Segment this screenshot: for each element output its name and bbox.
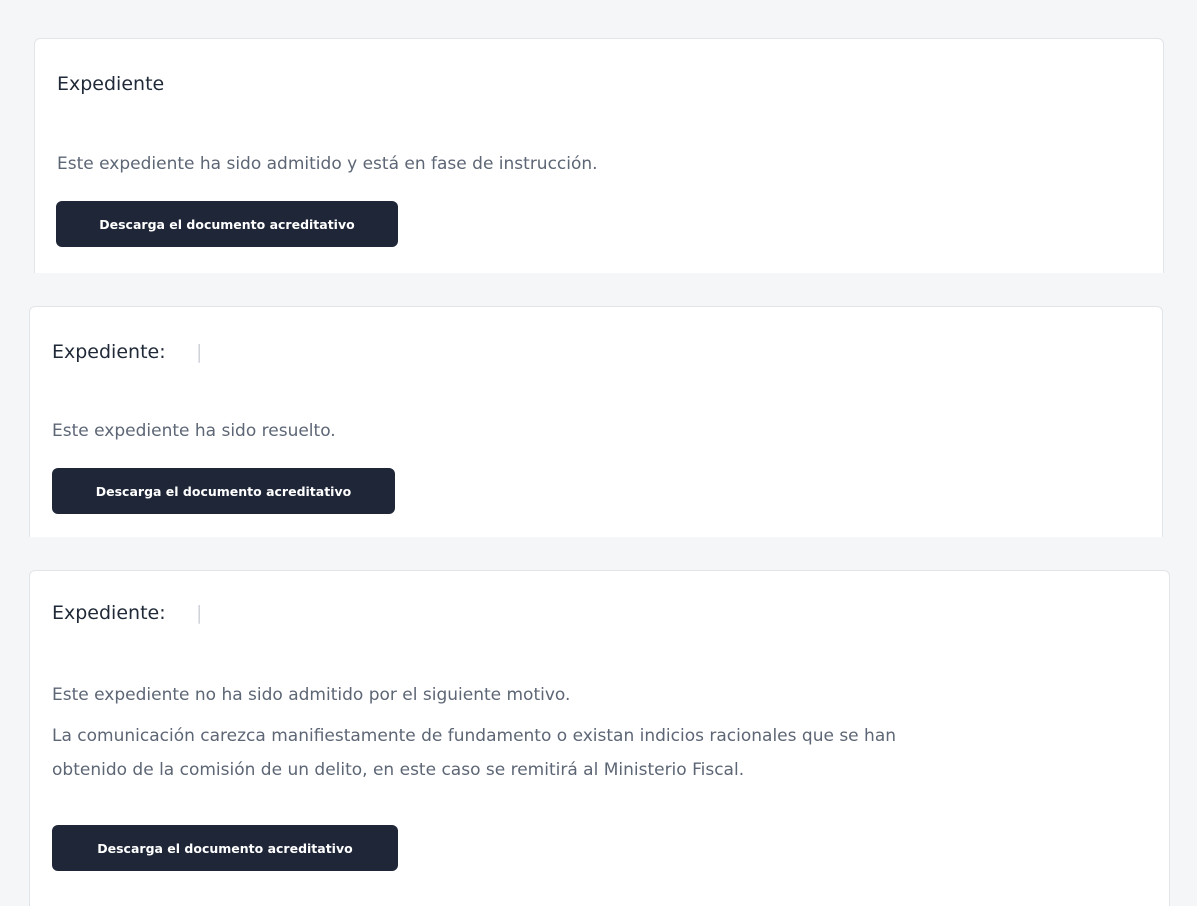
screenshot-panel-2: Expediente: | Este expediente ha sido re… [0,273,1197,537]
expediente-id-cursor: | [196,602,203,624]
expediente-card: Expediente Este expediente ha sido admit… [34,38,1164,273]
screenshot-panel-1: Expediente Este expediente ha sido admit… [0,0,1197,273]
expediente-status-text: Este expediente no ha sido admitido por … [52,685,571,705]
download-document-button[interactable]: Descarga el documento acreditativo [56,201,398,247]
screenshot-panel-3: Expediente: | Este expediente no ha sido… [0,537,1197,906]
download-document-button[interactable]: Descarga el documento acreditativo [52,468,395,514]
expediente-card: Expediente: | Este expediente ha sido re… [29,306,1163,537]
expediente-title: Expediente: [52,341,166,363]
download-document-button[interactable]: Descarga el documento acreditativo [52,825,398,871]
rejection-reason-line-2: obtenido de la comisión de un delito, en… [52,760,745,780]
expediente-card: Expediente: | Este expediente no ha sido… [29,570,1170,906]
expediente-title: Expediente: [52,602,166,624]
expediente-status-text: Este expediente ha sido resuelto. [52,421,336,441]
rejection-reason-line-1: La comunicación carezca manifiestamente … [52,726,897,746]
expediente-title: Expediente [57,73,165,95]
expediente-status-text: Este expediente ha sido admitido y está … [57,154,598,174]
expediente-id-cursor: | [196,341,203,363]
